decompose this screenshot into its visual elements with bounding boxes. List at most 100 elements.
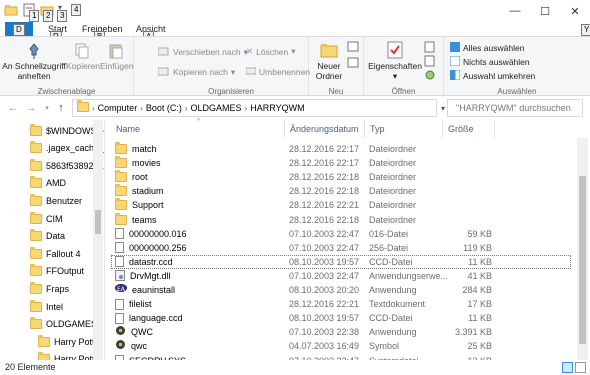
recent-chevron-icon[interactable]: ▾ [40, 101, 54, 115]
file-type: 016-Datei [369, 228, 409, 239]
maximize-button[interactable]: ☐ [530, 0, 560, 22]
copy-label: Kopieren [66, 61, 101, 71]
folder-icon [30, 264, 42, 277]
navigation-pane: $WINDOWS.~ .jagex_cache_ 5863f53892ea AMD Be… [0, 120, 104, 360]
file-type: Dateiordner [369, 158, 417, 169]
document-icon [115, 242, 124, 254]
file-row[interactable]: 00000000.016 07.10.2003 22:47 016-Datei 59 … [111, 227, 571, 241]
file-name: movies [132, 158, 161, 169]
chevron-right-icon: › [244, 103, 248, 113]
paste-button[interactable]: Einfügen [100, 43, 134, 71]
file-row[interactable]: movies 28.12.2016 22:17 Dateiordner [111, 156, 571, 170]
file-row[interactable]: 00000000.256 07.10.2003 22:47 256-Datei 119… [111, 241, 571, 255]
minimize-button[interactable]: — [500, 0, 530, 22]
nav-scrollbar[interactable] [93, 120, 103, 360]
move-to-icon [157, 46, 170, 58]
file-name: qwc [131, 341, 148, 352]
file-row[interactable]: qwc 04.07.2003 16:49 Symbol 25 KB [111, 339, 571, 353]
column-header-date[interactable]: Änderungsdatum [285, 120, 365, 138]
up-arrow-icon[interactable]: ↑ [54, 101, 68, 115]
select-group: Alles auswählen Nichts auswählen Auswahl… [444, 37, 590, 97]
easy-access-icon[interactable] [347, 57, 361, 71]
breadcrumb-harryqwm[interactable]: HARRYQWM [250, 103, 304, 113]
file-row[interactable]: filelist 28.12.2016 22:21 Textdokument 17 K… [111, 297, 571, 311]
nav-item-label: FFOutput [46, 266, 85, 277]
search-input[interactable]: "HARRYQWM" durchsuchen [447, 99, 583, 117]
file-type: Dateiordner [369, 214, 417, 225]
folder-icon [30, 141, 42, 154]
file-size: 25 KB [467, 341, 492, 352]
file-row[interactable]: teams 28.12.2016 22:18 Dateiordner [111, 212, 571, 227]
pin-label-line2: anheften [17, 71, 51, 81]
column-header-size[interactable]: Größe [443, 120, 495, 138]
pin-quick-access-button[interactable]: An Schnellzugriff anheften [2, 43, 66, 81]
history-icon[interactable] [424, 69, 436, 83]
details-view-icon[interactable] [562, 362, 573, 373]
open-icon[interactable] [424, 41, 436, 55]
file-type: CCD-Datei [369, 256, 413, 267]
select-all-icon [450, 42, 460, 54]
qwc-app-icon [115, 325, 126, 340]
column-header-type[interactable]: Typ [365, 120, 443, 138]
move-to-button[interactable]: Verschieben nach ▾ [157, 46, 248, 58]
file-name: language.ccd [129, 313, 183, 324]
window-controls: — ☐ ✕ [500, 0, 590, 22]
open-group: Eigenschaften ▾ Öffnen [364, 37, 444, 97]
invert-selection-label: Auswahl umkehren [463, 71, 536, 81]
close-button[interactable]: ✕ [560, 0, 590, 22]
file-row[interactable]: match 28.12.2016 22:17 Dateiordner [111, 142, 571, 156]
new-folder-icon [312, 41, 346, 61]
select-none-button[interactable]: Nichts auswählen [449, 55, 530, 68]
invert-selection-button[interactable]: Auswahl umkehren [450, 69, 536, 82]
file-row[interactable]: stadium 28.12.2016 22:18 Dateiordner [111, 184, 571, 198]
keytip-qat-3: 3 [57, 10, 68, 22]
properties-button[interactable]: Eigenschaften ▾ [368, 41, 422, 81]
file-size: 41 KB [467, 270, 492, 281]
file-row[interactable]: QWC 07.10.2003 22:38 Anwendung 3.391 KB [111, 325, 571, 339]
file-row[interactable]: datastr.ccd 08.10.2003 19:57 CCD-Datei 11 K… [111, 254, 571, 269]
file-row[interactable]: root 28.12.2016 22:18 Dateiordner [111, 170, 571, 184]
file-name-cell: stadium [115, 184, 164, 198]
open-group-label: Öffnen [391, 87, 416, 96]
file-date: 08.10.2003 19:57 [289, 256, 360, 267]
delete-icon: ✕ [246, 46, 254, 56]
new-item-icon[interactable] [347, 41, 361, 55]
keytip-qat-2: 2 [43, 10, 54, 22]
folder-icon [30, 246, 42, 259]
file-name: root [132, 172, 148, 183]
delete-button[interactable]: ✕ Löschen ▾ [246, 46, 296, 57]
new-folder-button[interactable]: Neuer Ordner [312, 41, 346, 81]
ea-app-icon: EA [115, 283, 127, 297]
address-field[interactable]: › Computer › Boot (C:) › OLDGAMES › HARR… [72, 99, 437, 117]
file-date: 28.12.2016 22:18 [289, 186, 360, 197]
file-date: 28.12.2016 22:18 [289, 172, 360, 183]
folder-icon [30, 299, 42, 312]
file-row[interactable]: Support 28.12.2016 22:21 Dateiordner [111, 198, 571, 212]
breadcrumb-boot[interactable]: Boot (C:) [146, 103, 182, 113]
back-arrow-icon[interactable]: ← [6, 101, 20, 115]
ribbon-tab-bar: D Start Freigeben Ansicht D R B A Y [0, 22, 590, 43]
edit-icon[interactable] [424, 55, 436, 69]
file-name-cell: 00000000.256 [115, 241, 187, 255]
forward-arrow-icon[interactable]: → [24, 101, 38, 115]
breadcrumb-oldgames[interactable]: OLDGAMES [191, 103, 242, 113]
copy-to-button[interactable]: Kopieren nach ▾ [157, 66, 235, 78]
file-name: 00000000.016 [129, 228, 187, 239]
rename-button[interactable]: Umbenennen [245, 66, 310, 78]
file-scrollbar-thumb[interactable] [579, 176, 586, 344]
file-type: Dateiordner [369, 200, 417, 211]
file-size [429, 198, 492, 212]
file-row[interactable]: language.ccd 08.10.2003 19:57 CCD-Datei 11 … [111, 311, 571, 325]
chevron-right-icon: › [184, 103, 188, 113]
file-scrollbar[interactable] [577, 138, 588, 360]
nav-scrollbar-thumb[interactable] [95, 210, 101, 234]
file-row[interactable]: DrvMgt.dll 07.10.2003 22:47 Anwendungserwe… [111, 269, 571, 283]
file-name: eauninstall [132, 285, 176, 295]
copy-button[interactable]: Kopieren [66, 43, 101, 71]
file-row[interactable]: EA eauninstall 08.10.2003 20:20 Anwendung 28… [111, 283, 571, 297]
ribbon: An Schnellzugriff anheften Kopieren Einf… [0, 36, 590, 97]
folder-icon [115, 184, 127, 197]
breadcrumb-computer[interactable]: Computer [98, 103, 138, 113]
large-icons-view-icon[interactable] [575, 362, 586, 373]
select-all-button[interactable]: Alles auswählen [450, 42, 524, 54]
